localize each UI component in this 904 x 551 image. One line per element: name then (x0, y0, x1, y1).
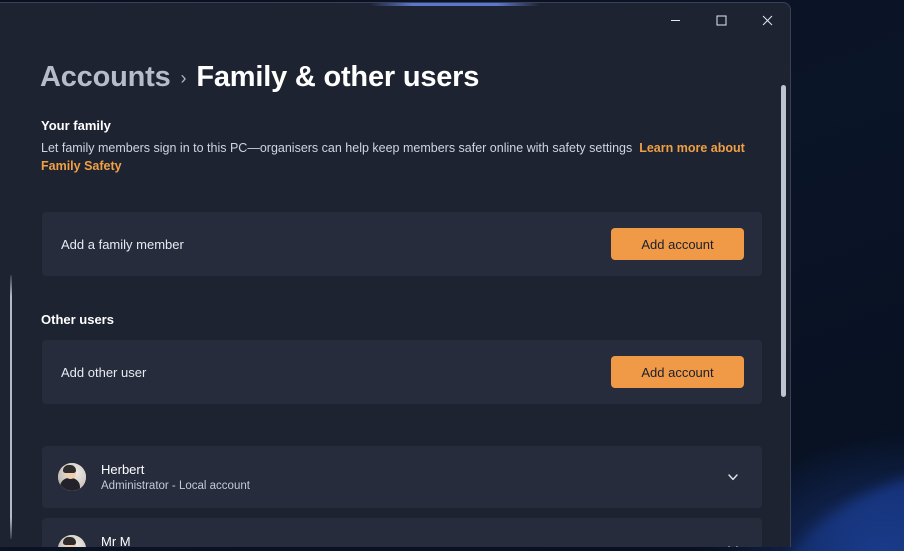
add-other-user-label: Add other user (61, 364, 147, 380)
chevron-down-icon[interactable] (716, 532, 750, 547)
avatar (58, 535, 86, 547)
add-other-user-card: Add other user Add account (42, 340, 762, 404)
settings-window: Accounts › Family & other users Your fam… (0, 2, 791, 547)
user-list-item-mr-m[interactable]: Mr M Local account (42, 518, 762, 547)
user-name: Herbert (101, 462, 145, 477)
scrollbar-thumb[interactable] (781, 85, 786, 397)
user-info: Herbert Administrator - Local account (101, 462, 716, 492)
settings-content-pane: Accounts › Family & other users Your fam… (0, 37, 790, 547)
minimize-button[interactable] (652, 3, 698, 37)
user-list-item-herbert[interactable]: Herbert Administrator - Local account (42, 446, 762, 508)
breadcrumb-separator-icon: › (180, 68, 187, 88)
add-family-account-button[interactable]: Add account (611, 228, 744, 260)
maximize-button[interactable] (698, 3, 744, 37)
breadcrumb-link-accounts[interactable]: Accounts (40, 61, 171, 94)
user-name: Mr M (101, 534, 131, 547)
close-button[interactable] (744, 3, 790, 37)
title-bar[interactable] (0, 3, 790, 37)
section-heading-other-users: Other users (41, 312, 114, 327)
family-description-text: Let family members sign in to this PC—or… (41, 141, 633, 155)
chevron-down-icon[interactable] (716, 460, 750, 494)
add-family-member-label: Add a family member (61, 236, 184, 252)
avatar (58, 463, 86, 491)
breadcrumb: Accounts › Family & other users (40, 61, 479, 94)
user-info: Mr M Local account (101, 534, 716, 547)
family-description: Let family members sign in to this PC—or… (41, 139, 756, 175)
section-heading-your-family: Your family (41, 118, 111, 133)
page-title: Family & other users (196, 61, 480, 93)
add-other-account-button[interactable]: Add account (611, 356, 744, 388)
user-account-type: Administrator - Local account (101, 480, 250, 492)
add-family-member-card: Add a family member Add account (42, 212, 762, 276)
